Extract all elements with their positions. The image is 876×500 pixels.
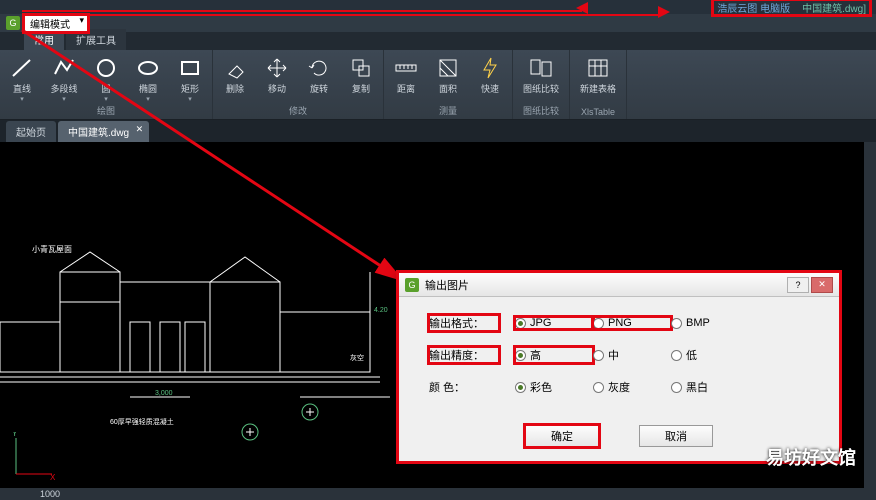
- quick-button[interactable]: 快速: [472, 52, 508, 95]
- radio-icon: [671, 350, 682, 361]
- svg-text:60厚早强轻质混凝土: 60厚早强轻质混凝土: [110, 417, 174, 426]
- radio-icon: [593, 350, 604, 361]
- group-xlstable: 新建表格 XlsTable: [570, 50, 627, 119]
- annotation-arrow: [88, 14, 662, 16]
- titlebar-filename: 中国建筑.dwg]: [802, 0, 866, 15]
- ok-button[interactable]: 确定: [525, 425, 599, 447]
- radio-gray[interactable]: 灰度: [593, 379, 671, 395]
- cancel-button[interactable]: 取消: [639, 425, 713, 447]
- svg-text:Y: Y: [12, 432, 18, 438]
- radio-icon: [593, 382, 604, 393]
- annotation-arrowhead: [576, 2, 596, 14]
- app-icon[interactable]: G: [6, 16, 20, 30]
- horizontal-scrollbar[interactable]: 1000: [0, 488, 864, 500]
- radio-bmp[interactable]: BMP: [671, 317, 749, 329]
- ucs-icon: YX: [10, 432, 58, 480]
- radio-icon: [671, 318, 682, 329]
- group-compare: 图纸比较 图纸比较: [513, 50, 570, 119]
- radio-icon: [593, 318, 604, 329]
- radio-icon: [515, 382, 526, 393]
- area-icon: [436, 56, 460, 80]
- radio-high[interactable]: 高: [515, 347, 593, 363]
- svg-text:4.20: 4.20: [374, 307, 388, 314]
- close-button[interactable]: ✕: [811, 277, 833, 293]
- radio-icon: [515, 350, 526, 361]
- radio-icon: [671, 382, 682, 393]
- app-icon: G: [405, 278, 419, 292]
- dialog-titlebar[interactable]: G 输出图片 ? ✕: [399, 273, 839, 297]
- annotation-arrow: [20, 28, 410, 288]
- annotation-arrowhead: [650, 6, 670, 18]
- help-button[interactable]: ?: [787, 277, 809, 293]
- svg-text:3,000: 3,000: [155, 390, 173, 397]
- svg-text:X: X: [50, 473, 56, 480]
- coord-readout: 1000: [40, 489, 60, 499]
- group-label: 图纸比较: [517, 103, 565, 119]
- radio-low[interactable]: 低: [671, 347, 749, 363]
- export-image-dialog: G 输出图片 ? ✕ 输出格式： JPG PNG BMP 输出精度： 高 中 低…: [398, 272, 840, 462]
- area-button[interactable]: 面积: [430, 52, 466, 95]
- radio-png[interactable]: PNG: [593, 317, 671, 329]
- svg-text:灰空: 灰空: [350, 353, 364, 362]
- radio-bw[interactable]: 黑白: [671, 379, 749, 395]
- radio-mid[interactable]: 中: [593, 347, 671, 363]
- bolt-icon: [478, 56, 502, 80]
- precision-label: 输出精度：: [429, 347, 499, 363]
- compare-button[interactable]: 图纸比较: [517, 52, 565, 95]
- radio-color[interactable]: 彩色: [515, 379, 593, 395]
- color-label: 颜 色：: [429, 379, 499, 395]
- format-label: 输出格式：: [429, 315, 499, 331]
- titlebar-app-name: 浩辰云图 电脑版: [717, 0, 790, 15]
- newtable-button[interactable]: 新建表格: [574, 52, 622, 95]
- dialog-title: 输出图片: [425, 277, 469, 293]
- group-label: XlsTable: [574, 106, 622, 119]
- annotation-arrow: [22, 10, 582, 12]
- vertical-scrollbar[interactable]: [864, 142, 876, 500]
- radio-jpg[interactable]: JPG: [515, 317, 593, 329]
- watermark: 易坊好文馆: [766, 444, 856, 470]
- table-icon: [586, 56, 610, 80]
- compare-icon: [529, 56, 553, 80]
- radio-icon: [515, 318, 526, 329]
